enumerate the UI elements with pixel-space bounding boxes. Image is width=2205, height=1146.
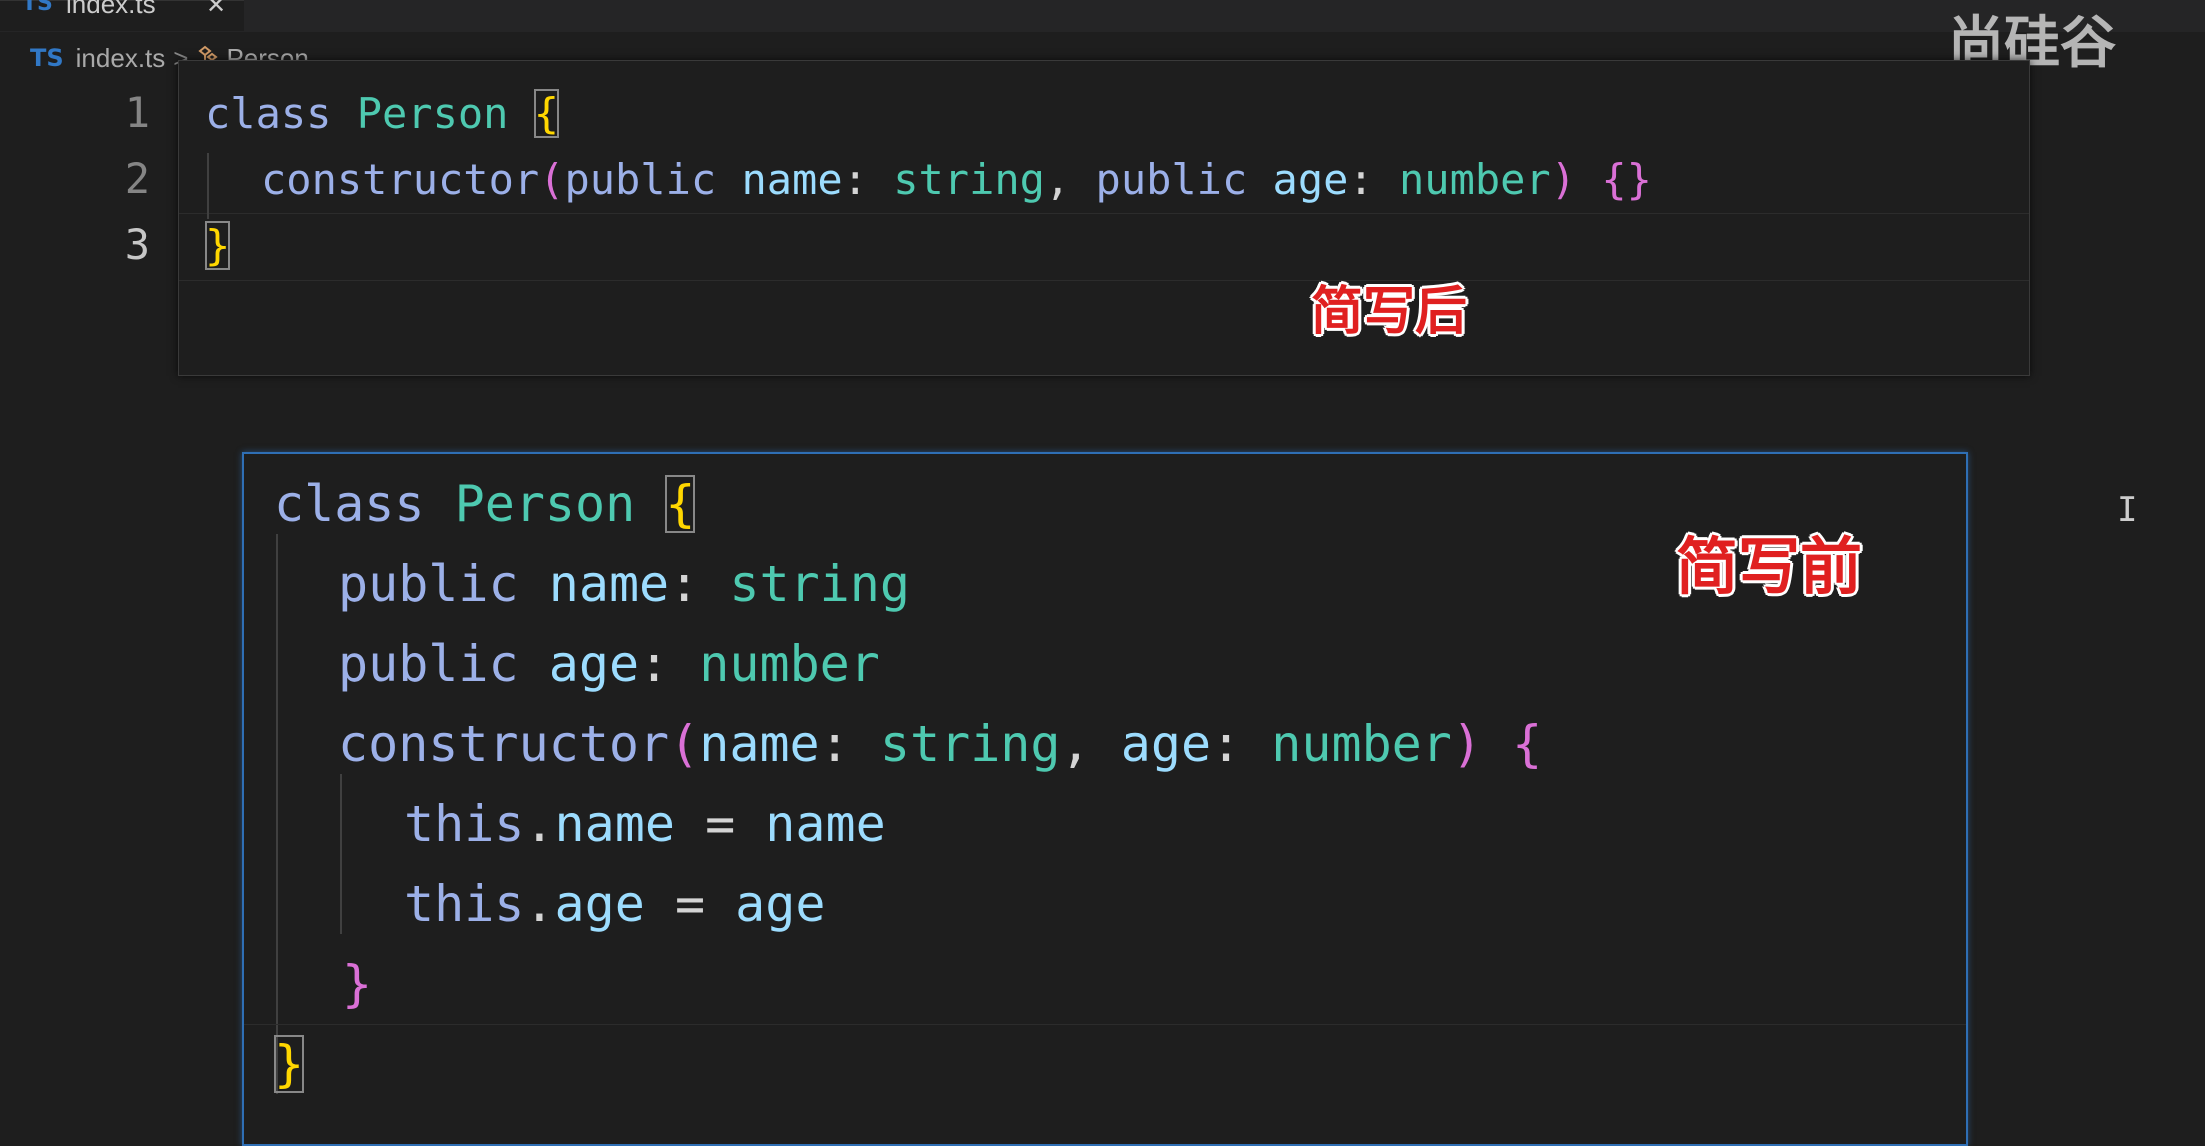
current-line-highlight: [244, 1024, 1966, 1105]
label-before: 简写前: [1676, 530, 1863, 603]
line-number: 2: [124, 154, 150, 203]
indent-guide: [276, 534, 278, 1094]
code-line[interactable]: constructor(public name: string, public …: [261, 147, 1652, 213]
code-line[interactable]: }: [274, 1024, 305, 1104]
close-icon[interactable]: ✕: [206, 0, 226, 20]
line-number: 1: [124, 88, 150, 137]
current-line-highlight: [179, 213, 2029, 281]
code-line[interactable]: this.age = age: [404, 864, 825, 944]
indent-guide: [340, 774, 342, 934]
code-line[interactable]: public name: string: [338, 544, 910, 624]
code-panel-after: class Person { constructor(public name: …: [178, 60, 2030, 376]
tab-index-ts[interactable]: TS index.ts ✕: [0, 0, 244, 31]
tab-bar: [0, 0, 2205, 32]
code-panel-before: class Person { public name: string publi…: [242, 452, 1968, 1146]
typescript-file-icon: TS: [30, 44, 64, 72]
indent-guide: [207, 153, 209, 219]
code-line[interactable]: class Person {: [205, 81, 560, 147]
label-after: 简写后: [1311, 282, 1468, 342]
breadcrumb-file[interactable]: index.ts: [76, 43, 166, 74]
text-cursor-icon: I: [2117, 490, 2138, 530]
tab-label: index.ts: [66, 0, 156, 19]
typescript-file-icon: TS: [22, 0, 53, 16]
code-line[interactable]: constructor(name: string, age: number) {: [338, 704, 1542, 784]
code-line[interactable]: }: [205, 213, 231, 279]
code-line[interactable]: class Person {: [274, 464, 696, 544]
code-line[interactable]: this.name = name: [404, 784, 886, 864]
line-number: 3: [124, 220, 150, 269]
code-line[interactable]: }: [342, 944, 372, 1024]
code-line[interactable]: public age: number: [338, 624, 880, 704]
